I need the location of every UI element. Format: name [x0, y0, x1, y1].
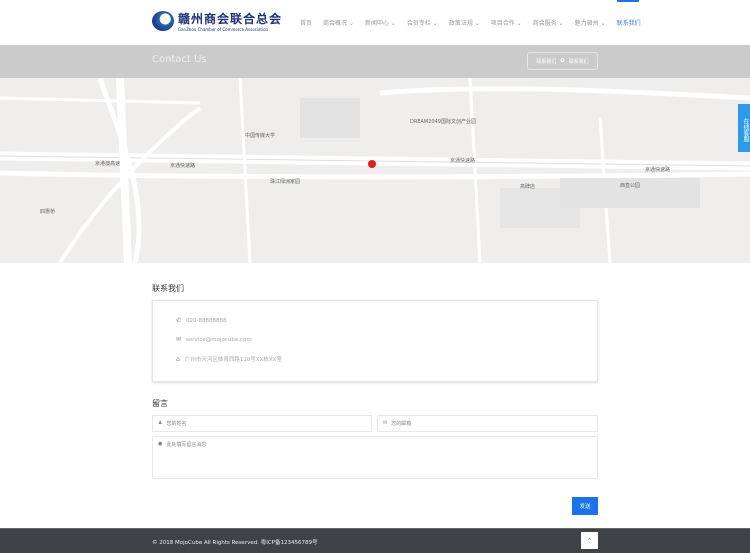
nav-ganzhou[interactable]: 魅力赣州 ⌄ [575, 18, 606, 27]
contact-address: 广州市天河区体育西路110号XX栋XX室 [184, 357, 282, 363]
nav-services[interactable]: 商会服务 ⌄ [533, 18, 564, 27]
nav-home[interactable]: 首页 [300, 18, 312, 27]
logo-en: GanZhou Chamber of Commerce Association [178, 27, 269, 32]
name-input[interactable]: ♟ 您的姓名 [152, 415, 372, 432]
nav-news[interactable]: 新闻中心 ⌄ [365, 18, 396, 27]
user-icon: ♟ [158, 420, 163, 426]
message-heading: 留言 [152, 399, 168, 408]
email-placeholder: 您的邮箱 [391, 421, 412, 427]
envelope-icon: ✉ [383, 420, 388, 426]
map-label: 京港澳高速 [95, 161, 121, 167]
logo[interactable]: 赣州商会联合总会 GanZhou Chamber of Commerce Asso… [152, 10, 282, 32]
page-title: Contact Us [152, 54, 207, 65]
logo-cn: 赣州商会联合总会 [178, 12, 283, 26]
message-placeholder: 此处填写留言消息 [166, 442, 207, 448]
online-service-widget[interactable]: 在线客服 [738, 104, 750, 152]
map-label: 京通快速路 [645, 167, 671, 173]
home-icon: ⌂ [176, 355, 180, 363]
copyright: © 2018 MojoCube All Rights Reserved. 粤IC… [152, 540, 318, 546]
contact-phone: 020-88888888 [186, 317, 227, 324]
map-label: 高碑店 [520, 184, 536, 190]
comment-icon: ● [158, 441, 163, 447]
breadcrumb-item[interactable]: 联系我们 [536, 58, 556, 65]
map-label: 京通快速路 [450, 158, 476, 164]
footer: © 2018 MojoCube All Rights Reserved. 粤IC… [0, 528, 750, 553]
back-to-top-button[interactable]: ⌃ [581, 532, 598, 549]
map[interactable]: 京港澳高速 京通快速路 京通快速路 京通快速路 中国传媒大学 珠江绿洲家园 DR… [0, 78, 750, 263]
send-button[interactable]: 发送 [572, 497, 598, 515]
map-label: 京通快速路 [170, 163, 196, 169]
map-label: 四惠桥 [40, 209, 56, 215]
phone-icon: ✆ [176, 317, 182, 324]
main-nav: 首页 商会概况 ⌄ 新闻中心 ⌄ 会员专栏 ⌄ 政策法规 ⌄ 项目合作 ⌄ 商会… [300, 0, 652, 27]
breadcrumb-current: 联系我们 [568, 58, 589, 65]
logo-icon [152, 11, 174, 31]
nav-overview[interactable]: 商会概况 ⌄ [323, 18, 354, 27]
header: 赣州商会联合总会 GanZhou Chamber of Commerce Asso… [0, 0, 750, 45]
message-textarea[interactable]: ● 此处填写留言消息 [152, 436, 598, 479]
name-placeholder: 您的姓名 [166, 421, 187, 427]
breadcrumb: 联系我们 ✪ 联系我们 [527, 52, 598, 70]
envelope-icon: ✉ [176, 336, 182, 343]
map-label: 西直公园 [620, 183, 641, 189]
contact-email[interactable]: service@mojocube.com [186, 337, 252, 343]
contact-info-box: ✆ 020-88888888 ✉ service@mojocube.com ⌂ 广州市… [152, 300, 598, 382]
nav-projects[interactable]: 项目合作 ⌄ [491, 18, 522, 27]
map-label: 珠江绿洲家园 [270, 179, 301, 185]
map-roads [0, 78, 750, 263]
nav-members[interactable]: 会员专栏 ⌄ [407, 18, 438, 27]
nav-policy[interactable]: 政策法规 ⌄ [449, 18, 480, 27]
page-banner: Contact Us 联系我们 ✪ 联系我们 [0, 45, 750, 78]
gear-icon: ✪ [560, 58, 565, 64]
email-input[interactable]: ✉ 您的邮箱 [377, 415, 598, 432]
nav-contact[interactable]: 联系我们 [616, 0, 641, 27]
map-label: DREAM2049国际文创产业园 [410, 119, 476, 125]
map-label: 中国传媒大学 [245, 133, 276, 139]
contact-heading: 联系我们 [152, 284, 184, 293]
